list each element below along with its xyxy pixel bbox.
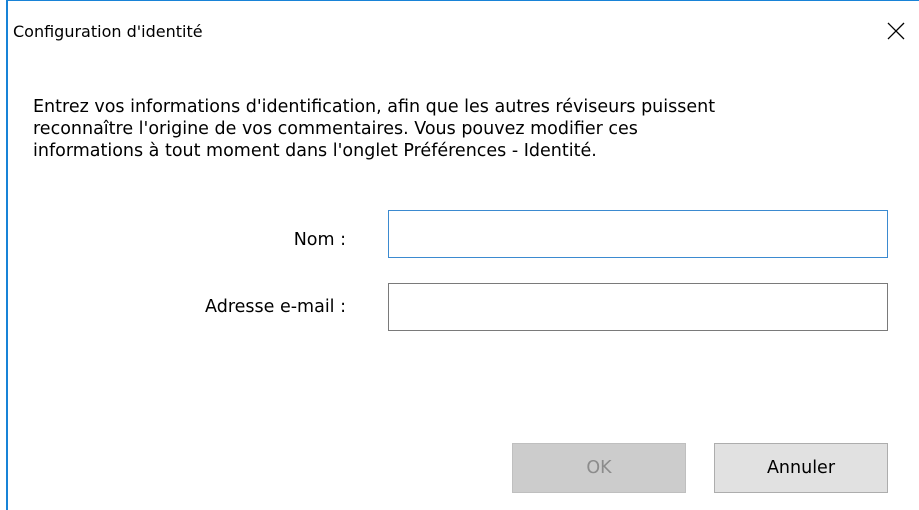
window-border-left	[6, 0, 8, 510]
instructions-line: Entrez vos informations d'identification…	[33, 97, 716, 117]
name-input[interactable]	[388, 210, 888, 258]
close-icon	[887, 22, 905, 40]
dialog-title: Configuration d'identité	[13, 22, 203, 41]
close-button[interactable]	[878, 14, 914, 48]
instructions-line: reconnaître l'origine de vos commentaire…	[33, 119, 638, 139]
name-label: Nom :	[293, 230, 346, 250]
instructions-text: Entrez vos informations d'identification…	[33, 96, 893, 162]
cancel-button[interactable]: Annuler	[714, 443, 888, 493]
email-label: Adresse e-mail :	[205, 297, 346, 317]
identity-dialog: Configuration d'identité Entrez vos info…	[0, 0, 919, 510]
ok-button[interactable]: OK	[512, 443, 686, 493]
window-border-top	[6, 0, 919, 1]
instructions-line: informations à tout moment dans l'onglet…	[33, 141, 597, 161]
email-input[interactable]	[388, 283, 888, 331]
